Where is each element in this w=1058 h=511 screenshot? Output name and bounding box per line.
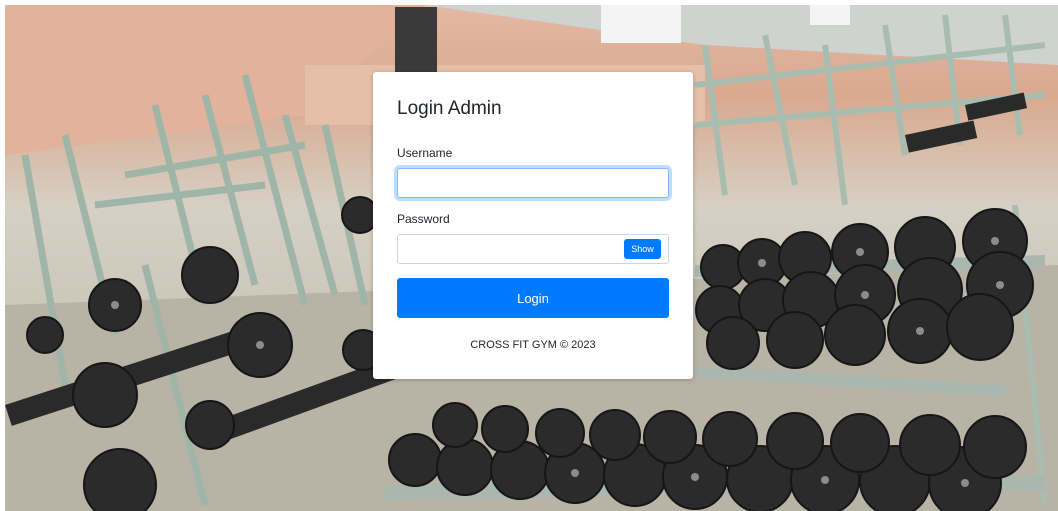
login-card: Login Admin Username Password Show Login… xyxy=(373,72,693,379)
username-label: Username xyxy=(397,146,453,160)
footer-copyright: CROSS FIT GYM © 2023 xyxy=(470,339,596,351)
username-input[interactable] xyxy=(397,168,669,198)
password-label: Password xyxy=(397,212,450,226)
login-page: Login Admin Username Password Show Login… xyxy=(0,0,1058,511)
show-password-button[interactable]: Show xyxy=(624,239,661,259)
login-title: Login Admin xyxy=(397,98,502,119)
login-button[interactable]: Login xyxy=(397,278,669,318)
